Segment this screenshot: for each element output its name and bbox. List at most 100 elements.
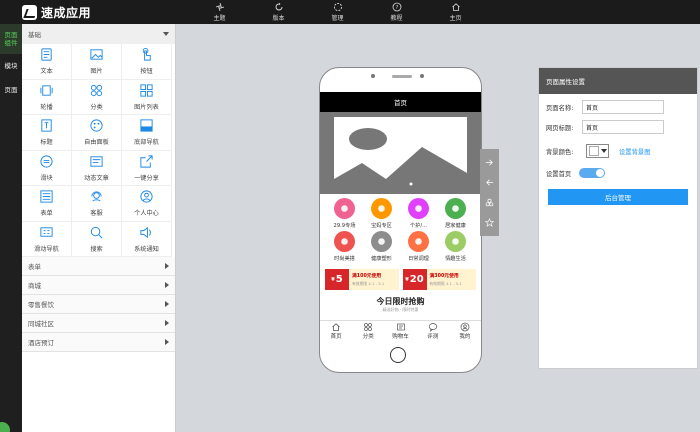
components-panel: 基础 文本 图片 按钮 轮播 分类 图片列表 标题 自由面板 底部导航 滑块 动… [22,24,176,432]
component-personal-center[interactable]: 个人中心 [122,186,172,222]
share-icon [140,155,153,168]
image-list-icon [140,84,153,97]
nav-manage[interactable]: 管理 [308,0,367,24]
nav-version[interactable]: 版本 [249,0,308,24]
arrow-left-icon[interactable] [485,178,494,187]
component-image-list[interactable]: 图片列表 [122,79,172,115]
component-image[interactable]: 图片 [72,44,122,80]
tab-mine[interactable]: 我的 [449,321,481,340]
component-search[interactable]: 搜索 [72,221,122,257]
coupon-title: 满100元使用 [352,274,382,279]
component-bottom-nav[interactable]: 底部导航 [122,115,172,151]
category-community[interactable]: 同城社区 [22,314,175,333]
category-hotel[interactable]: 酒店预订 [22,333,175,352]
component-label: 自由面板 [84,139,109,147]
category-circle-icon [334,198,355,219]
category-mall[interactable]: 商城 [22,276,175,295]
component-form[interactable]: 表单 [22,186,72,222]
tab-cart[interactable]: 购物车 [384,321,416,340]
sensor-dot [420,74,424,78]
arrow-right-icon[interactable] [485,158,494,167]
app-logo[interactable]: 速成应用 [22,4,91,20]
theme-icon [215,2,224,12]
admin-button[interactable]: 后台管理 [548,189,688,205]
nav-theme[interactable]: 主题 [190,0,249,24]
basic-section-header[interactable]: 基础 [22,24,175,44]
banner-placeholder-image [334,117,467,191]
chat-icon [428,322,437,332]
component-text[interactable]: 文本 [22,44,72,80]
category-icon-item[interactable]: 情趣生活 [437,231,474,264]
phone-tab-bar: 首页 分类 购物车 评测 我的 [320,320,481,340]
category-icon [90,84,103,96]
component-category[interactable]: 分类 [72,79,122,115]
component-button[interactable]: 按钮 [122,44,172,80]
help-bubble-icon[interactable] [0,422,10,432]
component-label: 搜索 [90,245,103,253]
chevron-down-icon [601,149,607,153]
page-title-input[interactable]: 首页 [582,120,664,134]
coupon-card[interactable]: ¥20 满300元使用 有效期限 4.1 - 5.1 [402,269,476,290]
phone-home-button [390,347,406,363]
tab-category[interactable]: 分类 [352,321,384,340]
component-heading[interactable]: 标题 [22,115,72,151]
category-circle-icon [445,198,466,219]
category-icon-label: 健康塑形 [371,256,392,262]
page-name-input[interactable]: 首页 [582,100,664,114]
category-icon-label: 日常调理 [408,256,429,262]
chevron-right-icon [165,282,169,288]
category-circle-icon [408,198,429,219]
coupon-row: ¥5 满100元使用 有效期限 4.1 - 5.1 ¥20 满300元使用 有效… [320,264,481,290]
tab-review[interactable]: 评测 [417,321,449,340]
coupon-card[interactable]: ¥5 满100元使用 有效期限 4.1 - 5.1 [325,269,399,290]
tab-label: 分类 [362,333,374,340]
set-home-toggle[interactable] [579,168,606,178]
component-carousel[interactable]: 轮播 [22,79,72,115]
strip-pages[interactable]: 页面 [0,78,22,102]
set-bg-image-link[interactable]: 设置背景图 [619,147,650,156]
bg-color-row: 背景颜色: 设置背景图 [546,144,697,158]
text-icon [41,48,52,61]
category-icon-item[interactable]: 日常调理 [400,231,437,264]
camera-dot [371,74,375,78]
page-title-bar[interactable]: 首页 [320,92,481,112]
nav-tutorial[interactable]: ? 教程 [367,0,426,24]
component-free-panel[interactable]: 自由面板 [72,115,122,151]
category-icon-item[interactable]: 健康塑形 [363,231,400,264]
category-icon-item[interactable]: 29.9专场 [326,198,363,231]
component-label: 轮播 [40,103,53,111]
star-icon[interactable] [485,217,494,227]
component-label: 按钮 [140,68,153,76]
component-dynamic-article[interactable]: 动态文章 [72,150,122,186]
component-slider[interactable]: 滑块 [22,150,72,186]
component-notification[interactable]: 系统通知 [122,221,172,257]
category-icon-item[interactable]: 居家健康 [437,198,474,231]
category-icon-item[interactable]: 时尚美搭 [326,231,363,264]
component-slide-nav[interactable]: 滑动导航 [22,221,72,257]
cart-icon [396,323,405,330]
category-icon-item[interactable]: 个护/... [400,198,437,231]
category-icon-item[interactable]: 宝妈专区 [363,198,400,231]
banner-carousel[interactable] [320,112,481,194]
strip-components[interactable]: 页面组件 [0,24,22,54]
category-form[interactable]: 表单 [22,257,175,276]
category-circle-icon [408,231,429,252]
chevron-right-icon [165,339,169,345]
svg-text:?: ? [395,5,398,11]
nav-home[interactable]: 主页 [426,0,485,24]
component-customer-service[interactable]: 客服 [72,186,122,222]
component-label: 滑块 [40,174,53,182]
strip-pages-label: 页面 [4,86,18,94]
category-retail[interactable]: 零售餐饮 [22,295,175,314]
layers-icon[interactable] [485,198,494,207]
component-label: 动态文章 [84,174,109,182]
bg-color-picker[interactable] [586,144,609,158]
component-label: 滑动导航 [34,245,59,253]
category-circle-icon [371,231,392,252]
slider-icon [40,155,53,168]
category-icon-label: 宝妈专区 [371,223,392,229]
tab-home[interactable]: 首页 [320,321,352,340]
component-share[interactable]: 一键分享 [122,150,172,186]
grid-icon [364,322,373,331]
strip-modules[interactable]: 模块 [0,54,22,78]
